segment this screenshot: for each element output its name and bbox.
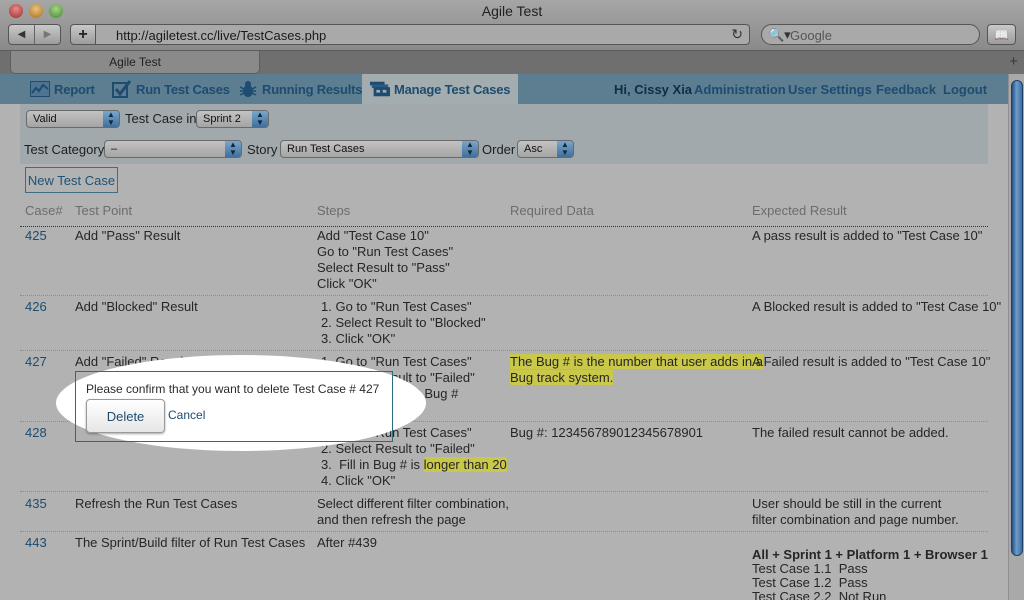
url-text[interactable]: http://agiletest.cc/live/TestCases.php	[116, 28, 326, 43]
expected-result: A Failed result is added to "Test Case 1…	[752, 354, 991, 369]
new-test-case-button[interactable]: New Test Case	[25, 167, 118, 193]
required-data: Bug #: 123456789012345678901	[510, 425, 704, 440]
nav-manage-test-cases[interactable]: Manage Test Cases	[362, 74, 519, 104]
confirmation-message: Please confirm that you want to delete T…	[86, 382, 380, 396]
window-title: Agile Test	[481, 3, 543, 19]
select-arrows-icon: ▲ ▼	[225, 141, 241, 157]
select-arrows-icon: ▲ ▼	[252, 111, 268, 127]
reload-icon[interactable]: ↻	[731, 26, 743, 43]
column-header-test-point[interactable]: Test Point	[75, 203, 132, 218]
expected-result: A Blocked result is added to "Test Case …	[752, 299, 1002, 314]
cancel-link[interactable]: Cancel	[168, 408, 205, 422]
forward-button[interactable]: ▶	[34, 25, 60, 44]
story-select[interactable]: Run Test Cases ▲ ▼	[280, 140, 479, 158]
steps: Add "Test Case 10" Go to "Run Test Cases…	[317, 228, 454, 291]
highlighted-text: longer than 20	[423, 457, 507, 472]
nav-run-test-cases[interactable]: Run Test Cases	[112, 74, 230, 104]
order-label: Order	[482, 142, 516, 157]
story-label: Story	[247, 142, 278, 157]
row-divider	[20, 295, 988, 296]
vertical-scrollbar[interactable]	[1008, 74, 1024, 600]
history-buttons: ◀ ▶	[8, 24, 61, 45]
scrollbar-thumb[interactable]	[1011, 80, 1023, 556]
delete-confirmation-dialog: Please confirm that you want to delete T…	[75, 371, 393, 442]
test-point: Add "Pass" Result	[75, 228, 181, 243]
delete-button[interactable]: Delete	[86, 399, 165, 433]
expected-result: All + Sprint 1 + Platform 1 + Browser 1 …	[752, 547, 988, 600]
test-category-label: Test Category	[24, 142, 105, 157]
test-point: Add "Blocked" Result	[75, 299, 198, 314]
column-header-case[interactable]: Case#	[25, 203, 63, 218]
nav-run-test-cases-label: Run Test Cases	[136, 81, 230, 97]
case-number-link[interactable]: 443	[25, 535, 47, 551]
case-number-link[interactable]: 435	[25, 496, 47, 512]
row-divider	[20, 491, 988, 492]
column-header-expected-result[interactable]: Expected Result	[752, 203, 847, 218]
row-divider	[20, 531, 988, 532]
case-number-link[interactable]: 425	[25, 228, 47, 244]
nav-link-administration[interactable]: Administration	[694, 74, 786, 104]
case-number-link[interactable]: 427	[25, 354, 47, 370]
expected-result: A pass result is added to "Test Case 10"	[752, 228, 983, 243]
steps: 1. Go to "Run Test Cases" 2. Select Resu…	[321, 299, 486, 346]
sprint-select[interactable]: Sprint 2 ▲ ▼	[196, 110, 269, 128]
test-point: Refresh the Run Test Cases	[75, 496, 238, 511]
status-select[interactable]: Valid ▲ ▼	[26, 110, 120, 128]
test-category-select[interactable]: – ▲ ▼	[104, 140, 242, 158]
search-placeholder: Google	[790, 28, 832, 43]
steps: After #439	[317, 535, 377, 550]
back-button[interactable]: ◀	[9, 25, 34, 44]
row-divider	[20, 350, 988, 351]
new-tab-icon[interactable]: +	[1009, 53, 1018, 70]
column-header-steps[interactable]: Steps	[317, 203, 350, 218]
bookmarks-icon[interactable]: 📖	[987, 24, 1016, 45]
user-greeting: Hi, Cissy Xia	[614, 81, 693, 97]
steps: Select different filter combination, and…	[317, 496, 509, 527]
test-case-in-label: Test Case in	[125, 111, 197, 126]
select-arrows-icon: ▲ ▼	[462, 141, 478, 157]
test-point: The Sprint/Build filter of Run Test Case…	[75, 535, 306, 550]
select-arrows-icon: ▲ ▼	[557, 141, 573, 157]
nav-report-label: Report	[54, 81, 95, 97]
bug-icon	[238, 80, 258, 98]
nav-manage-test-cases-label: Manage Test Cases	[394, 81, 511, 97]
browser-window: Agile Test ◀ ▶ + http://agiletest.cc/liv…	[0, 0, 1024, 600]
address-bar[interactable]: http://agiletest.cc/live/TestCases.php ↻	[96, 24, 750, 45]
tab-agile-test[interactable]: Agile Test	[10, 51, 260, 74]
nav-report[interactable]: Report	[30, 74, 95, 104]
chart-icon	[30, 80, 50, 98]
nav-running-results[interactable]: Running Results	[238, 74, 362, 104]
nav-link-logout[interactable]: Logout	[943, 74, 987, 104]
header-divider	[20, 226, 988, 227]
nav-link-feedback[interactable]: Feedback	[876, 74, 936, 104]
nav-running-results-label: Running Results	[262, 81, 363, 97]
search-icon[interactable]: 🔍▾	[768, 27, 791, 43]
tab-bar: Agile Test +	[0, 50, 1024, 74]
app-navigation: Report Run Test Cases Running Results Ma…	[0, 74, 1008, 104]
required-data: The Bug # is the number that user adds i…	[510, 354, 763, 385]
order-select[interactable]: Asc ▲ ▼	[517, 140, 574, 158]
filter-panel: Valid ▲ ▼ Test Case in Sprint 2 ▲ ▼ Test C…	[20, 104, 988, 164]
title-bar: Agile Test ◀ ▶ + http://agiletest.cc/liv…	[0, 0, 1024, 50]
add-bookmark-button[interactable]: +	[70, 24, 96, 45]
cabinet-icon	[370, 80, 390, 98]
expected-result: The failed result cannot be added.	[752, 425, 949, 440]
expected-result: User should be still in the current filt…	[752, 496, 959, 527]
case-number-link[interactable]: 428	[25, 425, 47, 441]
nav-link-user-settings[interactable]: User Settings	[788, 74, 872, 104]
search-field[interactable]: 🔍▾ Google	[761, 24, 980, 45]
checkbox-icon	[112, 80, 132, 98]
select-arrows-icon: ▲ ▼	[103, 111, 119, 127]
column-header-required-data[interactable]: Required Data	[510, 203, 594, 218]
case-number-link[interactable]: 426	[25, 299, 47, 315]
